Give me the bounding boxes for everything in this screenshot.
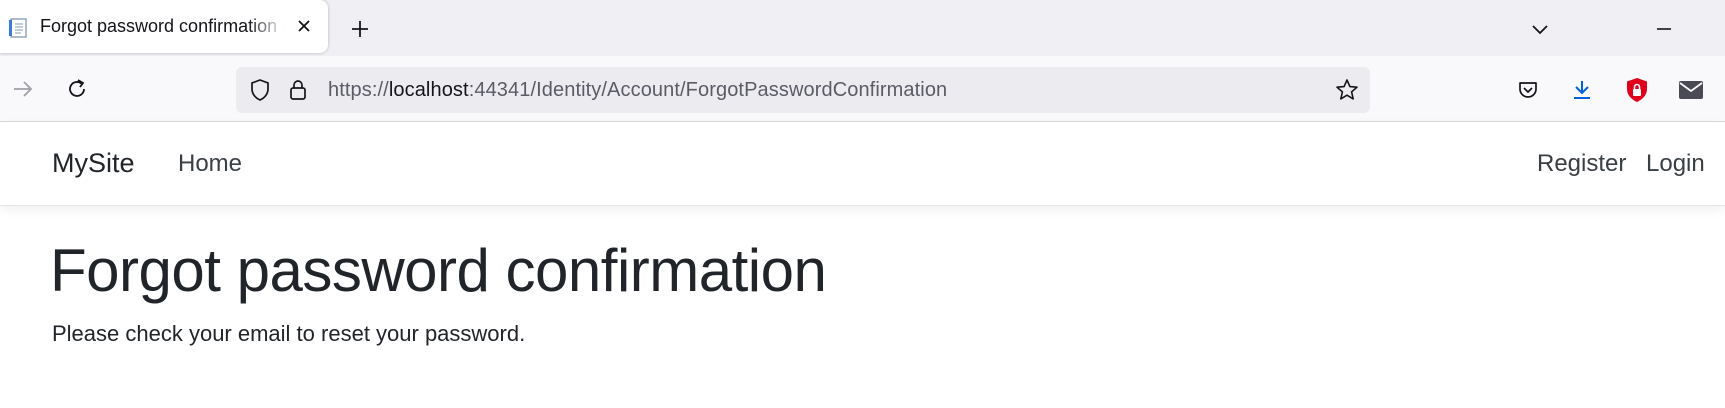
browser-nav-bar: https://localhost:44341/Identity/Account…: [0, 56, 1725, 122]
pocket-icon[interactable]: [1513, 75, 1543, 105]
bookmark-star-icon[interactable]: [1334, 77, 1360, 103]
reload-icon[interactable]: [60, 72, 94, 106]
url-path: :44341/Identity/Account/ForgotPasswordCo…: [468, 79, 948, 101]
page-favicon-icon: [8, 17, 30, 39]
browser-tab-bar: Forgot password confirmation - MySite: [0, 0, 1725, 56]
nav-link-home[interactable]: Home: [178, 150, 242, 178]
nav-link-login[interactable]: Login: [1646, 150, 1705, 178]
lock-icon[interactable]: [286, 78, 310, 102]
url-host: localhost: [388, 79, 469, 101]
page-title: Forgot password confirmation: [50, 237, 827, 304]
site-navbar: MySite Home Register Login: [0, 122, 1725, 206]
tab-title: Forgot password confirmation - MySite: [40, 16, 285, 36]
address-bar[interactable]: https://localhost:44341/Identity/Account…: [236, 67, 1370, 113]
tracking-protection-shield-icon[interactable]: [248, 78, 272, 102]
forward-arrow-icon[interactable]: [6, 72, 40, 106]
site-brand-link[interactable]: MySite: [52, 148, 135, 179]
list-all-tabs-chevron-down-icon[interactable]: [1524, 13, 1556, 45]
nav-link-register[interactable]: Register: [1537, 150, 1626, 178]
url-text[interactable]: https://localhost:44341/Identity/Account…: [328, 79, 947, 102]
mail-icon[interactable]: [1676, 75, 1706, 105]
url-scheme: https://: [328, 79, 389, 101]
close-tab-icon[interactable]: [292, 14, 316, 38]
confirmation-message: Please check your email to reset your pa…: [52, 321, 526, 346]
browser-tab-active[interactable]: Forgot password confirmation - MySite: [0, 0, 328, 53]
new-tab-plus-icon[interactable]: [344, 13, 376, 45]
window-minimize-icon[interactable]: [1648, 13, 1680, 45]
ublock-shield-extension-icon[interactable]: [1622, 75, 1652, 105]
downloads-icon[interactable]: [1567, 75, 1597, 105]
